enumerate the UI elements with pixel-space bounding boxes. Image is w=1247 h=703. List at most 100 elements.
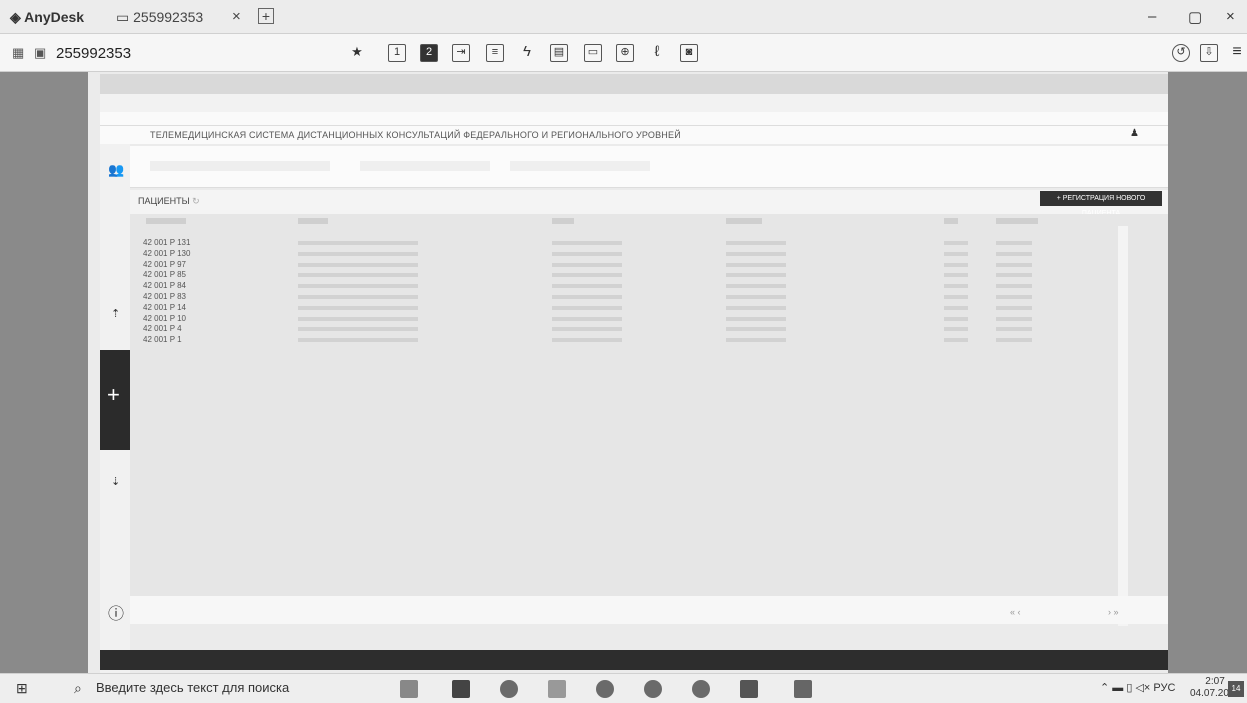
whatsapp-icon[interactable] [644, 680, 662, 698]
telegram-icon[interactable] [692, 680, 710, 698]
blurred-cell [298, 241, 418, 245]
monitor-2-icon[interactable]: 2 [420, 44, 438, 62]
switch-sides-icon[interactable]: ⇥ [452, 44, 470, 62]
column-header-policy[interactable] [726, 218, 762, 224]
blurred-cell [298, 284, 418, 289]
blurred-cell [298, 338, 418, 343]
blurred-cell [996, 327, 1032, 332]
patient-id: 42 001 P 131 [143, 238, 191, 247]
anydesk-diamond-icon: ◈ [10, 9, 21, 25]
download-side-icon[interactable]: ⇣ [111, 475, 120, 488]
notifications-count: 14 [1231, 684, 1241, 693]
blurred-cell [298, 295, 418, 299]
refresh-icon[interactable]: ↻ [192, 196, 200, 206]
blurred-cell [944, 251, 968, 256]
remote-pc-icon: ▦ [12, 45, 25, 60]
file-explorer-icon[interactable] [548, 680, 566, 698]
page-size-select[interactable] [510, 161, 650, 171]
browser-icon[interactable] [500, 680, 518, 698]
session-tab[interactable]: ▭ 255992353 [116, 9, 203, 26]
upload-icon[interactable]: ⇡ [111, 307, 120, 320]
column-header-sex[interactable] [944, 218, 958, 224]
download-icon[interactable]: ⇩ [1200, 44, 1218, 62]
task-view-icon[interactable] [400, 680, 418, 698]
register-patient-button[interactable]: + РЕГИСТРАЦИЯ НОВОГО ПАЦИЕНТА [1040, 191, 1162, 217]
column-header-birthdate[interactable] [996, 218, 1038, 224]
blurred-cell [944, 262, 968, 267]
blurred-cell [944, 284, 968, 289]
maximize-icon[interactable]: ▢ [1188, 8, 1202, 26]
new-tab-icon[interactable]: + [258, 8, 274, 24]
patient-id: 42 001 P 1 [143, 335, 182, 345]
pager-prev-icon[interactable]: « ‹ [1010, 607, 1021, 617]
remote-taskbar [100, 650, 1168, 670]
actions-icon[interactable]: ϟ [518, 44, 536, 62]
column-header-snils[interactable] [552, 218, 574, 224]
excel-icon[interactable] [452, 680, 470, 698]
windows-start-icon[interactable]: ⊞ [16, 680, 28, 697]
column-header-name[interactable] [298, 218, 328, 224]
remote-right-margin [1168, 72, 1247, 687]
history-icon[interactable]: ↺ [1172, 44, 1190, 62]
search-icon: ⌕ [74, 680, 82, 696]
blurred-cell [298, 251, 418, 256]
blurred-cell [552, 305, 622, 310]
info-icon[interactable]: ⓘ [108, 600, 124, 624]
blurred-cell [552, 327, 622, 332]
browser-address-bar[interactable] [100, 94, 1168, 112]
blurred-cell [996, 251, 1032, 256]
menu-icon[interactable]: ≡ [1228, 44, 1246, 62]
column-header-id[interactable] [146, 218, 186, 224]
user-icon[interactable]: ♟ [1130, 128, 1139, 139]
keyboard-icon[interactable]: ▤ [550, 44, 568, 62]
battery-icon[interactable]: ▯ [1126, 682, 1132, 694]
pager-next-icon[interactable]: › » [1108, 607, 1119, 617]
browser-bookmarks-bar [100, 112, 1168, 126]
remote-left-margin [0, 72, 88, 687]
blurred-cell [944, 338, 968, 343]
monitor-1-icon[interactable]: 1 [388, 44, 406, 62]
blurred-cell [996, 241, 1032, 245]
network-icon[interactable]: ▬ [1112, 682, 1123, 694]
chat-icon[interactable]: ≡ [486, 44, 504, 62]
blurred-cell [298, 305, 418, 310]
table-row[interactable]: 42 001 P 1 [130, 334, 1118, 348]
search-scope-toggle[interactable] [360, 161, 490, 171]
close-window-icon[interactable]: × [1226, 8, 1235, 25]
blurred-cell [552, 262, 622, 267]
whiteboard-icon[interactable]: ℓ [648, 44, 666, 62]
blurred-cell [996, 273, 1032, 278]
close-tab-icon[interactable]: × [232, 8, 241, 25]
anydesk-taskbar-icon[interactable] [794, 680, 812, 698]
blurred-cell [944, 305, 968, 310]
search-input[interactable] [150, 161, 330, 171]
blurred-cell [726, 327, 786, 332]
patients-nav-icon[interactable]: 👥 [108, 162, 124, 178]
tab-patients[interactable]: ПАЦИЕНТЫ ↻ [138, 196, 200, 207]
word-icon[interactable] [740, 680, 758, 698]
display-settings-icon[interactable]: ▭ [584, 44, 602, 62]
tabs-row [130, 190, 1168, 214]
minimize-icon[interactable]: – [1148, 8, 1156, 25]
language-indicator[interactable]: РУС [1153, 682, 1175, 694]
notifications-badge[interactable]: 14 [1228, 681, 1244, 697]
taskbar-search-placeholder: Введите здесь текст для поиска [96, 680, 290, 695]
blurred-cell [552, 284, 622, 289]
taskbar-search[interactable]: ⌕ Введите здесь текст для поиска [72, 677, 372, 699]
blurred-cell [726, 262, 786, 267]
blurred-cell [726, 338, 786, 343]
blurred-cell [726, 273, 786, 278]
chevron-up-icon[interactable]: ⌃ [1100, 682, 1109, 694]
blurred-cell [298, 327, 418, 332]
blurred-cell [996, 295, 1032, 299]
blurred-cell [996, 262, 1032, 267]
blurred-cell [298, 273, 418, 278]
permissions-icon[interactable]: ⊕ [616, 44, 634, 62]
volume-icon[interactable]: ◁× [1135, 682, 1150, 694]
toolbar-star-icon[interactable]: ★ [348, 44, 366, 62]
session-id: 255992353 [56, 45, 132, 62]
add-icon[interactable]: + [107, 382, 120, 408]
screenshot-icon[interactable]: ◙ [680, 44, 698, 62]
edge-icon[interactable] [596, 680, 614, 698]
table-scrollbar[interactable] [1118, 226, 1128, 626]
